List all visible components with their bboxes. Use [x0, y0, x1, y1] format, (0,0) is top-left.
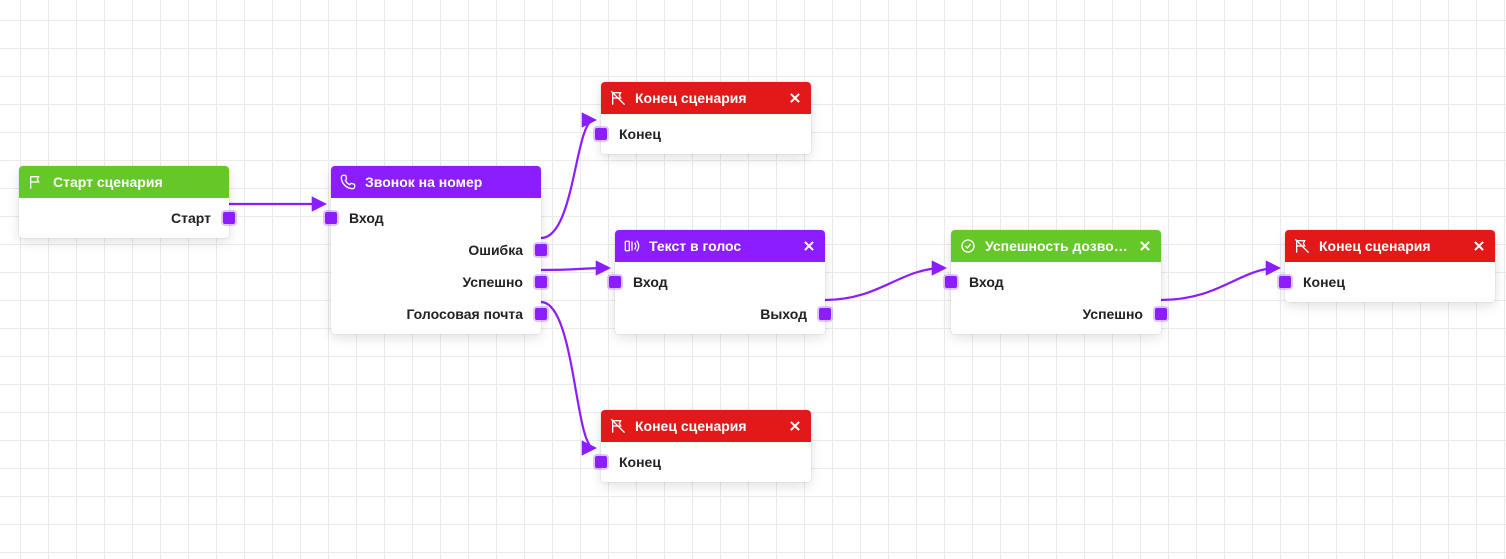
flag-off-icon [609, 89, 627, 107]
port-label: Вход [633, 274, 668, 290]
port-connector-icon[interactable] [945, 276, 957, 288]
port-in[interactable]: Вход [615, 266, 825, 298]
port-label: Успешно [1082, 306, 1143, 322]
port-label: Старт [171, 210, 211, 226]
node-body: Вход Выход [615, 262, 825, 334]
port-connector-icon[interactable] [535, 308, 547, 320]
node-end-1[interactable]: Конец сценария Конец [601, 82, 811, 154]
port-connector-icon[interactable] [1279, 276, 1291, 288]
node-title: Текст в голос [649, 238, 793, 254]
port-in[interactable]: Конец [601, 118, 811, 150]
port-label: Ошибка [468, 242, 523, 258]
port-in[interactable]: Конец [601, 446, 811, 478]
phone-icon [339, 173, 357, 191]
node-tts[interactable]: Текст в голос Вход Выход [615, 230, 825, 334]
port-out-voicemail[interactable]: Голосовая почта [331, 298, 541, 330]
port-connector-icon[interactable] [595, 456, 607, 468]
speaker-icon [623, 237, 641, 255]
node-call[interactable]: Звонок на номер Вход Ошибка Успешно Голо… [331, 166, 541, 334]
port-label: Вход [969, 274, 1004, 290]
node-success[interactable]: Успешность дозвона Вход Успешно [951, 230, 1161, 334]
port-in[interactable]: Конец [1285, 266, 1495, 298]
node-header[interactable]: Звонок на номер [331, 166, 541, 198]
port-connector-icon[interactable] [609, 276, 621, 288]
port-out-success[interactable]: Успешно [331, 266, 541, 298]
close-icon[interactable] [801, 238, 817, 254]
port-out-start[interactable]: Старт [19, 202, 229, 234]
flag-icon [27, 173, 45, 191]
close-icon[interactable] [1471, 238, 1487, 254]
node-header[interactable]: Успешность дозвона [951, 230, 1161, 262]
port-connector-icon[interactable] [223, 212, 235, 224]
close-icon[interactable] [1137, 238, 1153, 254]
node-body: Конец [601, 442, 811, 482]
node-body: Старт [19, 198, 229, 238]
node-header[interactable]: Старт сценария [19, 166, 229, 198]
node-title: Звонок на номер [365, 174, 533, 190]
node-end-3[interactable]: Конец сценария Конец [1285, 230, 1495, 302]
port-connector-icon[interactable] [1155, 308, 1167, 320]
port-label: Конец [619, 454, 661, 470]
check-circle-icon [959, 237, 977, 255]
port-label: Успешно [462, 274, 523, 290]
close-icon[interactable] [787, 418, 803, 434]
port-in[interactable]: Вход [951, 266, 1161, 298]
node-body: Вход Ошибка Успешно Голосовая почта [331, 198, 541, 334]
flag-off-icon [609, 417, 627, 435]
port-label: Конец [619, 126, 661, 142]
node-body: Конец [601, 114, 811, 154]
port-in[interactable]: Вход [331, 202, 541, 234]
node-title: Конец сценария [635, 418, 779, 434]
node-end-2[interactable]: Конец сценария Конец [601, 410, 811, 482]
port-connector-icon[interactable] [325, 212, 337, 224]
node-body: Вход Успешно [951, 262, 1161, 334]
node-title: Старт сценария [53, 174, 221, 190]
node-title: Успешность дозвона [985, 238, 1129, 254]
flag-off-icon [1293, 237, 1311, 255]
node-start[interactable]: Старт сценария Старт [19, 166, 229, 238]
port-connector-icon[interactable] [819, 308, 831, 320]
node-header[interactable]: Конец сценария [601, 410, 811, 442]
port-connector-icon[interactable] [535, 276, 547, 288]
node-body: Конец [1285, 262, 1495, 302]
node-header[interactable]: Конец сценария [601, 82, 811, 114]
port-connector-icon[interactable] [595, 128, 607, 140]
node-header[interactable]: Конец сценария [1285, 230, 1495, 262]
port-label: Вход [349, 210, 384, 226]
port-out[interactable]: Успешно [951, 298, 1161, 330]
node-header[interactable]: Текст в голос [615, 230, 825, 262]
close-icon[interactable] [787, 90, 803, 106]
port-out-error[interactable]: Ошибка [331, 234, 541, 266]
port-out[interactable]: Выход [615, 298, 825, 330]
port-label: Конец [1303, 274, 1345, 290]
node-title: Конец сценария [635, 90, 779, 106]
port-connector-icon[interactable] [535, 244, 547, 256]
node-title: Конец сценария [1319, 238, 1463, 254]
port-label: Голосовая почта [406, 306, 523, 322]
flow-canvas[interactable]: Старт сценария Старт Звонок на номер Вхо… [0, 0, 1506, 559]
port-label: Выход [760, 306, 807, 322]
